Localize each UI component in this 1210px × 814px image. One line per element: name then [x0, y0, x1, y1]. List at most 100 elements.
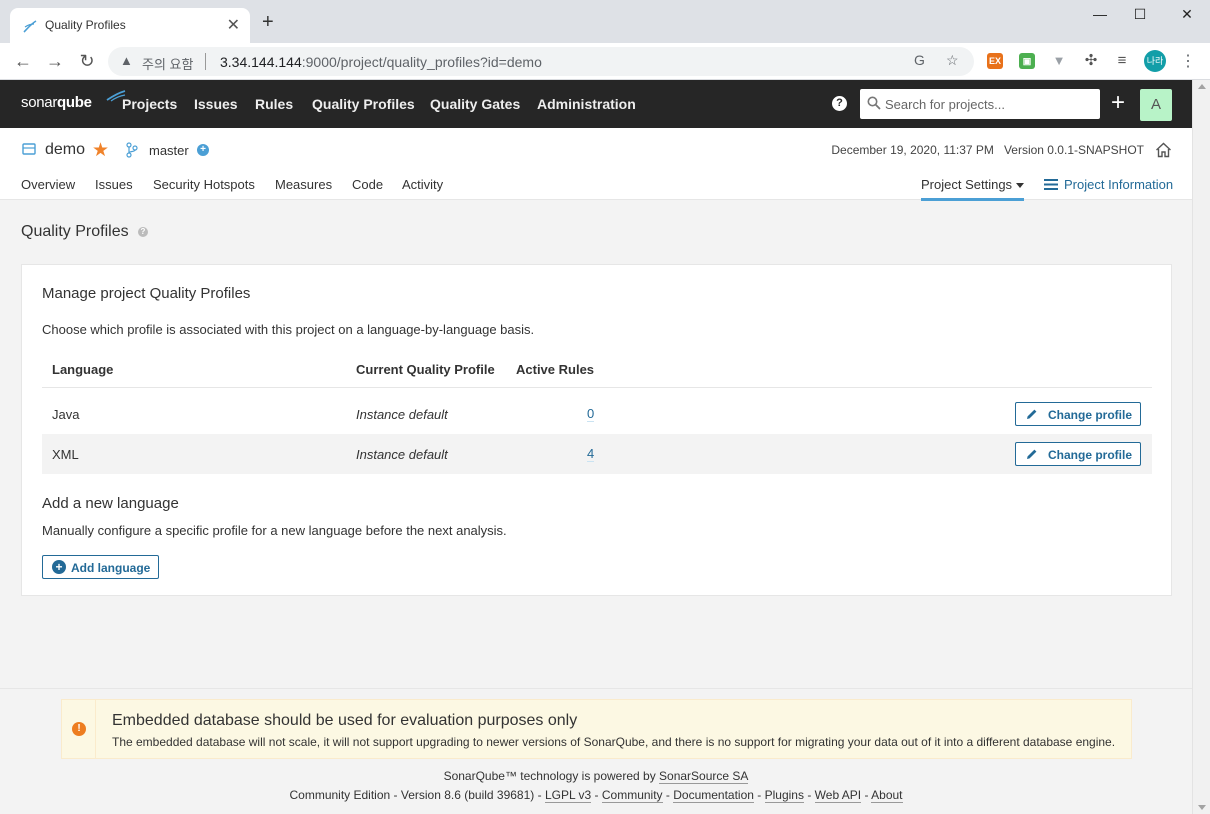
media-queue-icon[interactable]: ≡ [1112, 51, 1132, 71]
change-profile-button[interactable]: Change profile [1015, 442, 1141, 466]
url-host: 3.34.144.144 [220, 54, 302, 70]
browser-toolbar: ← → ↻ ▲ 주의 요함 3.34.144.144:9000/project/… [0, 43, 1210, 80]
language-cell: Java [52, 407, 80, 422]
window-close-icon[interactable]: ✕ [1177, 6, 1197, 26]
tab-overview[interactable]: Overview [21, 177, 75, 192]
tab-measures[interactable]: Measures [275, 177, 332, 192]
warning-triangle-icon: ▲ [120, 53, 133, 68]
bookmark-star-icon[interactable]: ☆ [946, 52, 959, 69]
footer-powered-by: SonarQube™ technology is powered by Sona… [0, 769, 1192, 784]
profile-cell: Instance default [356, 407, 448, 422]
search-input[interactable] [885, 89, 1095, 119]
warning-icon-column: ! [62, 700, 96, 758]
project-header: demo ★ master + December 19, 2020, 11:37… [0, 128, 1192, 201]
browser-tab[interactable]: Quality Profiles ✕ [10, 8, 250, 43]
branch-name[interactable]: master [149, 143, 189, 158]
tab-activity[interactable]: Activity [402, 177, 443, 192]
security-status[interactable]: 주의 요함 [142, 54, 193, 73]
browser-tab-bar: Quality Profiles ✕ + — ☐ ✕ [0, 0, 1210, 43]
nav-rules[interactable]: Rules [255, 96, 293, 112]
translate-icon[interactable]: G [914, 52, 925, 68]
new-tab-button[interactable]: + [262, 12, 274, 32]
language-cell: XML [52, 447, 79, 462]
project-icon [22, 143, 36, 155]
add-language-label: Add language [71, 561, 151, 575]
help-icon[interactable]: ? [832, 96, 847, 111]
pencil-icon [1027, 449, 1037, 459]
add-branch-icon[interactable]: + [197, 144, 209, 156]
project-information-label: Project Information [1064, 177, 1174, 192]
add-language-button[interactable]: + Add language [42, 555, 159, 579]
create-plus-button[interactable]: + [1111, 91, 1125, 115]
warning-icon: ! [72, 722, 86, 736]
sonarqube-logo[interactable]: sonarqube [21, 90, 126, 111]
nav-quality-gates[interactable]: Quality Gates [430, 96, 520, 112]
project-search[interactable] [860, 89, 1100, 119]
active-rules-link[interactable]: 0 [587, 407, 595, 422]
scroll-down-icon[interactable] [1198, 805, 1206, 810]
profile-cell: Instance default [356, 447, 448, 462]
global-navbar: sonarqube Projects Issues Rules Quality … [0, 80, 1192, 128]
lgpl-link[interactable]: LGPL v3 [544, 788, 592, 803]
tab-issues[interactable]: Issues [95, 177, 133, 192]
warning-text: The embedded database will not scale, it… [112, 735, 1116, 749]
active-rules-link[interactable]: 4 [587, 447, 595, 462]
browser-profile-avatar[interactable]: 나라 [1144, 50, 1166, 72]
back-icon[interactable]: ← [13, 51, 33, 71]
list-icon [1044, 179, 1058, 190]
project-name[interactable]: demo [45, 141, 85, 159]
minimize-icon[interactable]: — [1090, 6, 1110, 26]
browser-menu-icon[interactable]: ⋮ [1180, 51, 1196, 71]
reload-icon[interactable]: ↻ [77, 51, 97, 71]
sonarqube-favicon-icon [23, 20, 37, 33]
tab-close-icon[interactable]: ✕ [227, 15, 240, 35]
tab-title: Quality Profiles [45, 18, 126, 32]
warning-title: Embedded database should be used for eva… [112, 712, 578, 729]
sonarsource-link[interactable]: SonarSource SA [659, 769, 749, 784]
green-extension-icon[interactable]: ▣ [1019, 53, 1035, 69]
vue-extension-icon[interactable]: ▼ [1051, 53, 1067, 69]
analysis-date: December 19, 2020, 11:37 PM [831, 143, 994, 157]
tab-security-hotspots[interactable]: Security Hotspots [153, 177, 255, 192]
page-scrollbar[interactable] [1192, 80, 1210, 814]
card-description: Choose which profile is associated with … [42, 322, 535, 337]
ex-extension-icon[interactable]: EX [987, 53, 1003, 69]
favorite-star-icon[interactable]: ★ [92, 139, 109, 162]
change-profile-label: Change profile [1048, 448, 1133, 462]
extensions-puzzle-icon[interactable]: ✣ [1081, 51, 1101, 71]
edition-text: Community Edition - Version 8.6 (build 3… [289, 788, 545, 802]
table-row: XML Instance default 4 Change profile [42, 434, 1152, 474]
web-api-link[interactable]: Web API [814, 788, 862, 803]
nav-projects[interactable]: Projects [122, 96, 177, 112]
plus-circle-icon: + [52, 560, 66, 574]
quality-profiles-card: Manage project Quality Profiles Choose w… [21, 264, 1172, 596]
maximize-icon[interactable]: ☐ [1130, 6, 1150, 26]
nav-administration[interactable]: Administration [537, 96, 636, 112]
project-settings-menu[interactable]: Project Settings [921, 177, 1025, 201]
forward-icon[interactable]: → [45, 51, 65, 71]
embedded-db-warning: ! Embedded database should be used for e… [61, 699, 1132, 759]
url-text[interactable]: 3.34.144.144:9000/project/quality_profil… [220, 54, 542, 70]
scroll-up-icon[interactable] [1198, 84, 1206, 89]
url-path: :9000/project/quality_profiles?id=demo [301, 54, 542, 70]
documentation-link[interactable]: Documentation [673, 788, 754, 803]
community-link[interactable]: Community [601, 788, 663, 803]
home-icon[interactable] [1155, 142, 1172, 158]
user-avatar[interactable]: A [1140, 89, 1172, 121]
project-information-link[interactable]: Project Information [1044, 177, 1173, 192]
change-profile-button[interactable]: Change profile [1015, 402, 1141, 426]
nav-quality-profiles[interactable]: Quality Profiles [312, 96, 415, 112]
add-language-title: Add a new language [42, 495, 179, 512]
nav-issues[interactable]: Issues [194, 96, 238, 112]
card-title: Manage project Quality Profiles [42, 285, 251, 302]
omnibox-divider [205, 53, 206, 70]
about-link[interactable]: About [871, 788, 903, 803]
project-meta: December 19, 2020, 11:37 PM Version 0.0.… [831, 143, 1144, 157]
address-bar[interactable]: ▲ 주의 요함 3.34.144.144:9000/project/qualit… [108, 47, 974, 76]
tab-code[interactable]: Code [352, 177, 383, 192]
table-row: Java Instance default 0 Change profile [42, 394, 1152, 434]
plugins-link[interactable]: Plugins [764, 788, 804, 803]
footer-divider [0, 688, 1192, 689]
logo-text-sonar: sonar [21, 94, 58, 111]
help-icon[interactable]: ? [138, 227, 148, 237]
